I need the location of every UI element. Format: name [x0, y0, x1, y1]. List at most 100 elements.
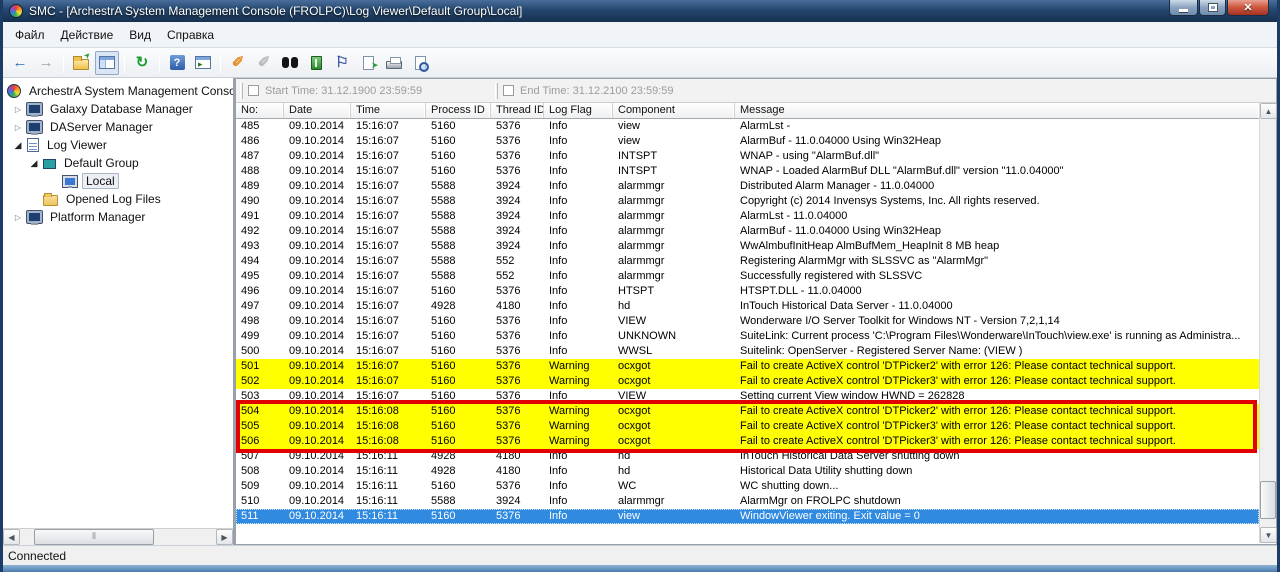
collapse-arrow-icon[interactable]: ◢: [9, 140, 27, 151]
table-row[interactable]: 49909.10.201415:16:0751605376InfoUNKNOWN…: [236, 329, 1259, 344]
vertical-scroll-track[interactable]: [1260, 119, 1276, 527]
end-time-group: End Time: 31.12.2100 23:59:59: [491, 80, 684, 102]
cell-comp: ocxgot: [613, 419, 735, 434]
toolbar-purge-marker-button[interactable]: ✐: [226, 51, 250, 75]
table-row[interactable]: 48809.10.201415:16:0751605376InfoINTSPTW…: [236, 164, 1259, 179]
table-row[interactable]: 48609.10.201415:16:0751605376InfoviewAla…: [236, 134, 1259, 149]
toolbar-show-message-window-button[interactable]: [191, 51, 215, 75]
column-header-time[interactable]: Time: [351, 103, 426, 118]
table-row[interactable]: 50209.10.201415:16:0751605376Warningocxg…: [236, 374, 1259, 389]
cell-tid: 3924: [491, 494, 544, 509]
grip-handle[interactable]: [240, 83, 243, 99]
cell-msg: Fail to create ActiveX control 'DTPicker…: [735, 434, 1176, 449]
table-row[interactable]: 48709.10.201415:16:0751605376InfoINTSPTW…: [236, 149, 1259, 164]
table-row[interactable]: 49009.10.201415:16:0755883924Infoalarmmg…: [236, 194, 1259, 209]
table-row[interactable]: 49409.10.201415:16:075588552Infoalarmmgr…: [236, 254, 1259, 269]
toolbar-forward-button: →: [34, 51, 58, 75]
cell-msg: Fail to create ActiveX control 'DTPicker…: [735, 374, 1176, 389]
sidebar-horizontal-scrollbar[interactable]: ◀ ▶: [3, 528, 233, 545]
toolbar-print-preview-button[interactable]: [408, 51, 432, 75]
table-row[interactable]: 50709.10.201415:16:1149284180InfohdInTou…: [236, 449, 1259, 464]
toolbar-find-button[interactable]: [278, 51, 302, 75]
menu-item-0[interactable]: Файл: [7, 25, 53, 45]
sidebar-item-opened-log-files[interactable]: Opened Log Files: [3, 190, 233, 208]
cell-comp: hd: [613, 449, 735, 464]
column-header-no[interactable]: No:: [236, 103, 284, 118]
sidebar-item-galaxy-database-manager[interactable]: ▷Galaxy Database Manager: [3, 100, 233, 118]
cell-date: 09.10.2014: [284, 419, 351, 434]
scroll-up-icon[interactable]: ▲: [1260, 103, 1277, 119]
sidebar-item-archestra-root[interactable]: ArchestrA System Management Console: [3, 82, 233, 100]
collapse-arrow-icon[interactable]: ◢: [25, 158, 43, 169]
toolbar-refresh-button[interactable]: ↻: [130, 51, 154, 75]
menu-item-3[interactable]: Справка: [159, 25, 222, 45]
table-row[interactable]: 50109.10.201415:16:0751605376Warningocxg…: [236, 359, 1259, 374]
table-row[interactable]: 48909.10.201415:16:0755883924Infoalarmmg…: [236, 179, 1259, 194]
table-row[interactable]: 50809.10.201415:16:1149284180InfohdHisto…: [236, 464, 1259, 479]
start-time-checkbox[interactable]: [248, 85, 259, 96]
toolbar-back-button[interactable]: ←: [8, 51, 32, 75]
cell-flag: Info: [544, 314, 613, 329]
cell-comp: alarmmgr: [613, 239, 735, 254]
table-row[interactable]: 50509.10.201415:16:0851605376Warningocxg…: [236, 419, 1259, 434]
table-row[interactable]: 51009.10.201415:16:1155883924Infoalarmmg…: [236, 494, 1259, 509]
toolbar-help-button[interactable]: ?: [165, 51, 189, 75]
horizontal-scroll-thumb[interactable]: [34, 529, 154, 545]
scroll-right-icon[interactable]: ▶: [216, 529, 233, 545]
column-header-flag[interactable]: Log Flag: [544, 103, 613, 118]
cell-comp: hd: [613, 299, 735, 314]
sidebar-item-log-viewer[interactable]: ◢Log Viewer: [3, 136, 233, 154]
table-vertical-scrollbar[interactable]: ▲ ▼: [1259, 103, 1276, 543]
column-header-comp[interactable]: Component: [613, 103, 735, 118]
expand-arrow-icon[interactable]: ▷: [9, 123, 27, 132]
table-row[interactable]: 50609.10.201415:16:0851605376Warningocxg…: [236, 434, 1259, 449]
column-header-date[interactable]: Date: [284, 103, 351, 118]
column-header-msg[interactable]: Message: [735, 103, 1259, 118]
sidebar-item-platform-manager[interactable]: ▷Platform Manager: [3, 208, 233, 226]
scroll-left-icon[interactable]: ◀: [3, 529, 20, 545]
menu-item-2[interactable]: Вид: [121, 25, 159, 45]
table-row[interactable]: 49809.10.201415:16:0751605376InfoVIEWWon…: [236, 314, 1259, 329]
toolbar-export-button[interactable]: [356, 51, 380, 75]
cell-no: 509: [236, 479, 284, 494]
table-row[interactable]: 50309.10.201415:16:0751605376InfoVIEWSet…: [236, 389, 1259, 404]
restore-button[interactable]: [1199, 0, 1226, 16]
end-time-checkbox[interactable]: [503, 85, 514, 96]
table-row[interactable]: 49209.10.201415:16:0755883924Infoalarmmg…: [236, 224, 1259, 239]
table-row[interactable]: 48509.10.201415:16:0751605376InfoviewAla…: [236, 119, 1259, 134]
horizontal-scroll-track[interactable]: [20, 529, 216, 545]
cell-comp: alarmmgr: [613, 269, 735, 284]
tree-item-label: ArchestrA System Management Console: [26, 84, 233, 98]
minimize-button[interactable]: [1169, 0, 1198, 16]
table-row[interactable]: 51109.10.201415:16:1151605376InfoviewWin…: [236, 509, 1259, 524]
table-row[interactable]: 49609.10.201415:16:0751605376InfoHTSPTHT…: [236, 284, 1259, 299]
table-row[interactable]: 50909.10.201415:16:1151605376InfoWCWC sh…: [236, 479, 1259, 494]
scroll-down-icon[interactable]: ▼: [1260, 527, 1277, 543]
cell-time: 15:16:07: [351, 329, 426, 344]
toolbar-flag-button[interactable]: ⚐: [330, 51, 354, 75]
cell-date: 09.10.2014: [284, 389, 351, 404]
table-row[interactable]: 49109.10.201415:16:0755883924Infoalarmmg…: [236, 209, 1259, 224]
table-row[interactable]: 49509.10.201415:16:075588552Infoalarmmgr…: [236, 269, 1259, 284]
toolbar-print-button[interactable]: [382, 51, 406, 75]
sidebar-item-daserver-manager[interactable]: ▷DAServer Manager: [3, 118, 233, 136]
expand-arrow-icon[interactable]: ▷: [9, 213, 27, 222]
column-header-tid[interactable]: Thread ID: [491, 103, 544, 118]
cell-flag: Info: [544, 119, 613, 134]
close-button[interactable]: ✕: [1227, 0, 1269, 16]
table-row[interactable]: 50409.10.201415:16:0851605376Warningocxg…: [236, 404, 1259, 419]
vertical-scroll-thumb[interactable]: [1260, 481, 1276, 519]
toolbar-open-log-file-button[interactable]: [69, 51, 93, 75]
toolbar-bookmark-button[interactable]: [304, 51, 328, 75]
sidebar-item-default-group[interactable]: ◢Default Group: [3, 154, 233, 172]
table-row[interactable]: 49709.10.201415:16:0749284180InfohdInTou…: [236, 299, 1259, 314]
grip-handle[interactable]: [495, 83, 498, 99]
table-row[interactable]: 50009.10.201415:16:0751605376InfoWWSLSui…: [236, 344, 1259, 359]
menu-item-1[interactable]: Действие: [53, 25, 122, 45]
table-row[interactable]: 49309.10.201415:16:0755883924Infoalarmmg…: [236, 239, 1259, 254]
cell-time: 15:16:07: [351, 134, 426, 149]
sidebar-item-local[interactable]: Local: [3, 172, 233, 190]
toolbar-show-console-tree-button[interactable]: [95, 51, 119, 75]
column-header-pid[interactable]: Process ID: [426, 103, 491, 118]
expand-arrow-icon[interactable]: ▷: [9, 105, 27, 114]
